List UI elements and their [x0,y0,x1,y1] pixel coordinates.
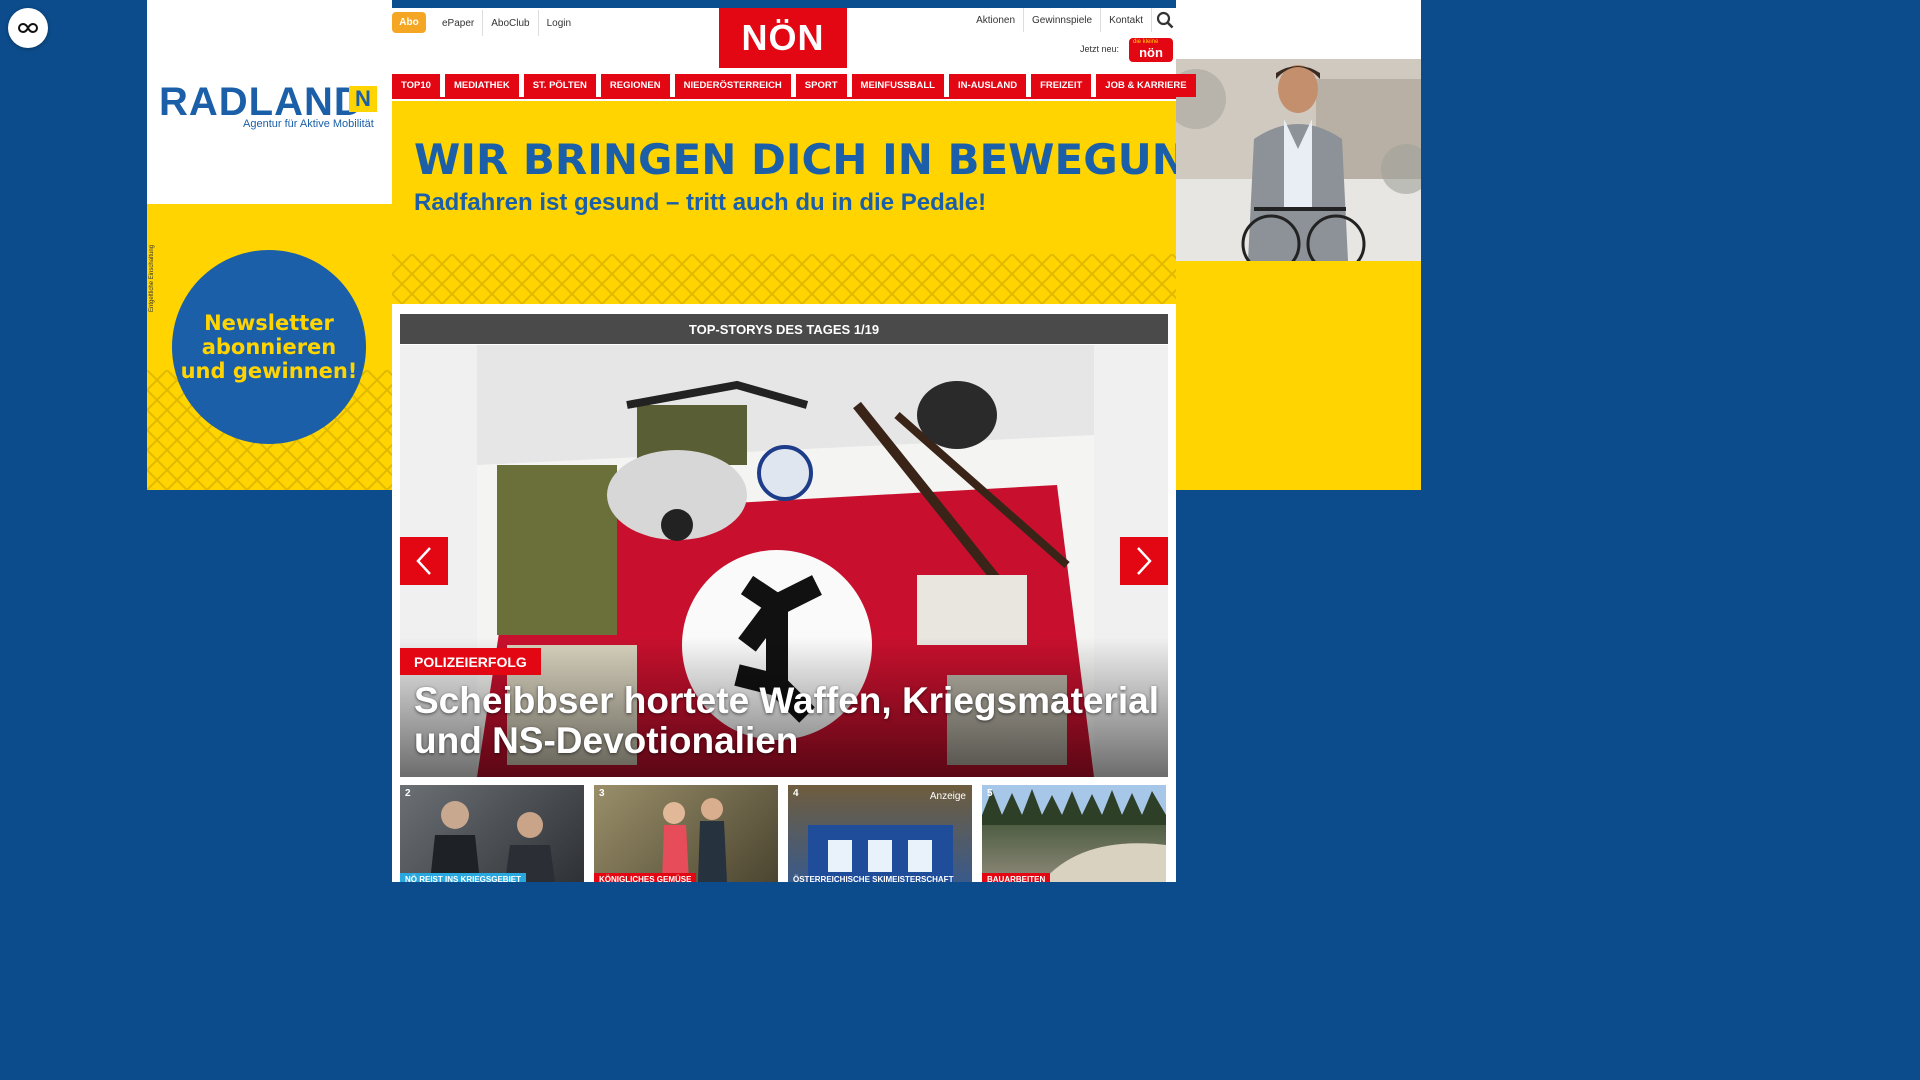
ad-disclaimer: Entgeltliche Einschaltung [149,244,155,312]
main-column: Abo ePaper AboClub Login NÖN Aktionen Ge… [392,0,1196,882]
top-links: ePaper AboClub Login [434,10,579,36]
banner-headline: WIR BRINGEN DICH IN BEWEGUNG. [414,135,1176,184]
chevron-right-icon [1137,547,1152,575]
chevron-left-icon [416,547,431,575]
header-topline [392,0,1176,8]
nav-item-meinfussball[interactable]: MEINFUSSBALL [851,74,944,97]
ad-left-logo-panel[interactable]: RADLAND N Agentur für Aktive Mobilität [147,0,392,204]
nav-item-mediathek[interactable]: MEDIATHEK [444,74,519,97]
logo-badge: N [349,86,377,112]
nav-underline [392,97,1176,99]
zigzag-pattern [392,254,1176,304]
epaper-link[interactable]: ePaper [434,10,484,36]
nav-item-sport[interactable]: SPORT [795,74,847,97]
nav-item-top10[interactable]: TOP10 [392,74,440,97]
story-headline[interactable]: Scheibbser hortete Waffen, Kriegsmateria… [414,681,1164,761]
kontakt-link[interactable]: Kontakt [1101,8,1152,32]
ad-banner[interactable]: WIR BRINGEN DICH IN BEWEGUNG. Radfahren … [392,101,1176,304]
ad-right-top [1176,0,1421,59]
thumb-story-2[interactable]: 2 NÖ REIST INS KRIEGSGEBIET [400,785,584,882]
ad-right-yellow-panel [1176,261,1421,490]
reader-mode-button[interactable] [8,8,48,48]
thumb-story-5[interactable]: 5 BAUARBEITEN [982,785,1166,882]
login-link[interactable]: Login [539,10,579,36]
thumb-label: ÖSTERREICHISCHE SKIMEISTERSCHAFT [793,874,954,883]
gewinnspiele-link[interactable]: Gewinnspiele [1024,8,1102,32]
top-stories-header: TOP-STORYS DES TAGES 1/19 [400,314,1168,344]
nav-item-freizeit[interactable]: FREIZEIT [1031,74,1092,97]
logo-subtitle: Agentur für Aktive Mobilität [243,118,374,130]
thumb-photo [430,801,555,882]
thumb-label: NÖ REIST INS KRIEGSGEBIET [400,873,527,882]
anzeige-label: Anzeige [929,791,966,802]
nav-item-st-poelten[interactable]: ST. PÖLTEN [523,74,596,97]
nav-item-regionen[interactable]: REGIONEN [600,74,670,97]
cyclist-image [1176,59,1421,261]
kleine-noen-small: die kleine [1133,39,1159,45]
story-kicker: POLIZEIERFOLG [400,648,541,675]
newsletter-badge[interactable]: Newsletter abonnieren und gewinnen! [172,250,366,444]
thumb-story-3[interactable]: 3 KÖNIGLICHES GEMÜSE [594,785,778,882]
radland-logo: RADLAND N Agentur für Aktive Mobilität [159,70,384,140]
aboclub-link[interactable]: AboClub [483,10,539,36]
slider-prev-button[interactable] [400,537,448,585]
newsletter-text: Newsletter abonnieren und gewinnen! [180,311,358,383]
thumb-label: KÖNIGLICHES GEMÜSE [594,873,697,882]
nav-item-niederoesterreich[interactable]: NIEDERÖSTERREICH [674,74,791,97]
thumb-number: 4 [793,788,799,799]
abo-button[interactable]: Abo [392,12,426,33]
top-story-slide[interactable]: POLIZEIERFOLG Scheibbser hortete Waffen,… [400,345,1168,777]
kleine-noen-text: nön [1139,45,1163,60]
story-thumbnails: 2 NÖ REIST INS KRIEGSGEBIET 3 KÖNIGLICHE… [400,785,1168,882]
thumb-story-4[interactable]: 4 Anzeige ÖSTERREICHISCHE SKIMEISTERSCHA… [788,785,972,882]
nav-item-in-ausland[interactable]: IN-AUSLAND [948,74,1027,97]
noen-logo[interactable]: NÖN [719,8,847,68]
ad-right-cyclist-photo[interactable] [1176,59,1421,261]
thumb-number: 5 [987,788,993,799]
ad-left-newsletter-panel[interactable]: Entgeltliche Einschaltung Newsletter abo… [147,204,392,490]
thumb-number: 3 [599,788,605,799]
thumb-label: BAUARBEITEN [982,873,1051,882]
search-icon[interactable] [1156,11,1174,29]
slider-next-button[interactable] [1120,537,1168,585]
kleine-noen-badge[interactable]: die kleine nön [1129,38,1173,62]
jetzt-neu-label: Jetzt neu: [1080,44,1120,54]
thumb-photo [662,798,727,882]
nav-item-job-karriere[interactable]: JOB & KARRIERE [1096,74,1196,97]
service-links: Aktionen Gewinnspiele Kontakt [968,8,1152,32]
thumb-photo [982,789,1166,882]
infinity-icon [18,22,38,34]
main-nav: TOP10 MEDIATHEK ST. PÖLTEN REGIONEN NIED… [392,74,1196,97]
aktionen-link[interactable]: Aktionen [968,8,1025,32]
banner-subline: Radfahren ist gesund – tritt auch du in … [414,189,987,216]
thumb-number: 2 [405,788,411,799]
